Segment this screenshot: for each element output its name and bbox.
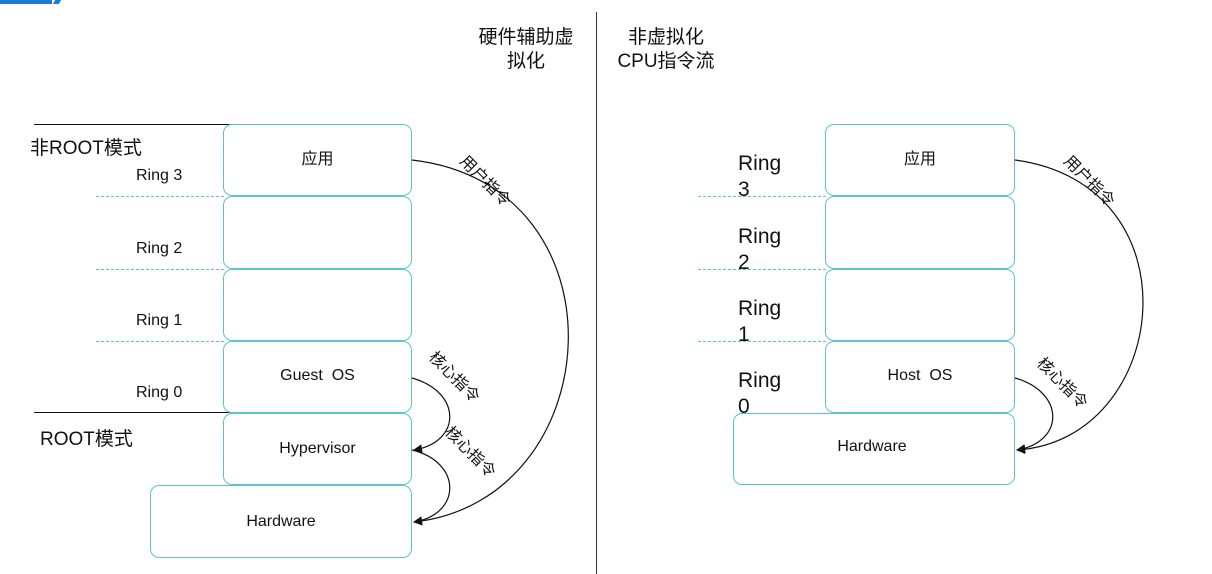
left-kernel-instruction-arrow-2 [411, 449, 451, 526]
left-kernel-instruction-label-2: 核心指令 [441, 423, 499, 481]
instruction-flow-arrows: 用户指令 核心指令 核心指令 用户指令 核心指令 [411, 152, 1144, 526]
right-user-instruction-label: 用户指令 [1060, 152, 1118, 210]
left-user-instruction-label: 用户指令 [456, 152, 514, 210]
right-kernel-instruction-arrow [1014, 377, 1054, 454]
left-kernel-instruction-label-1: 核心指令 [425, 348, 483, 406]
right-kernel-instruction-label: 核心指令 [1033, 354, 1091, 412]
left-kernel-instruction-arrow-1 [411, 377, 451, 454]
